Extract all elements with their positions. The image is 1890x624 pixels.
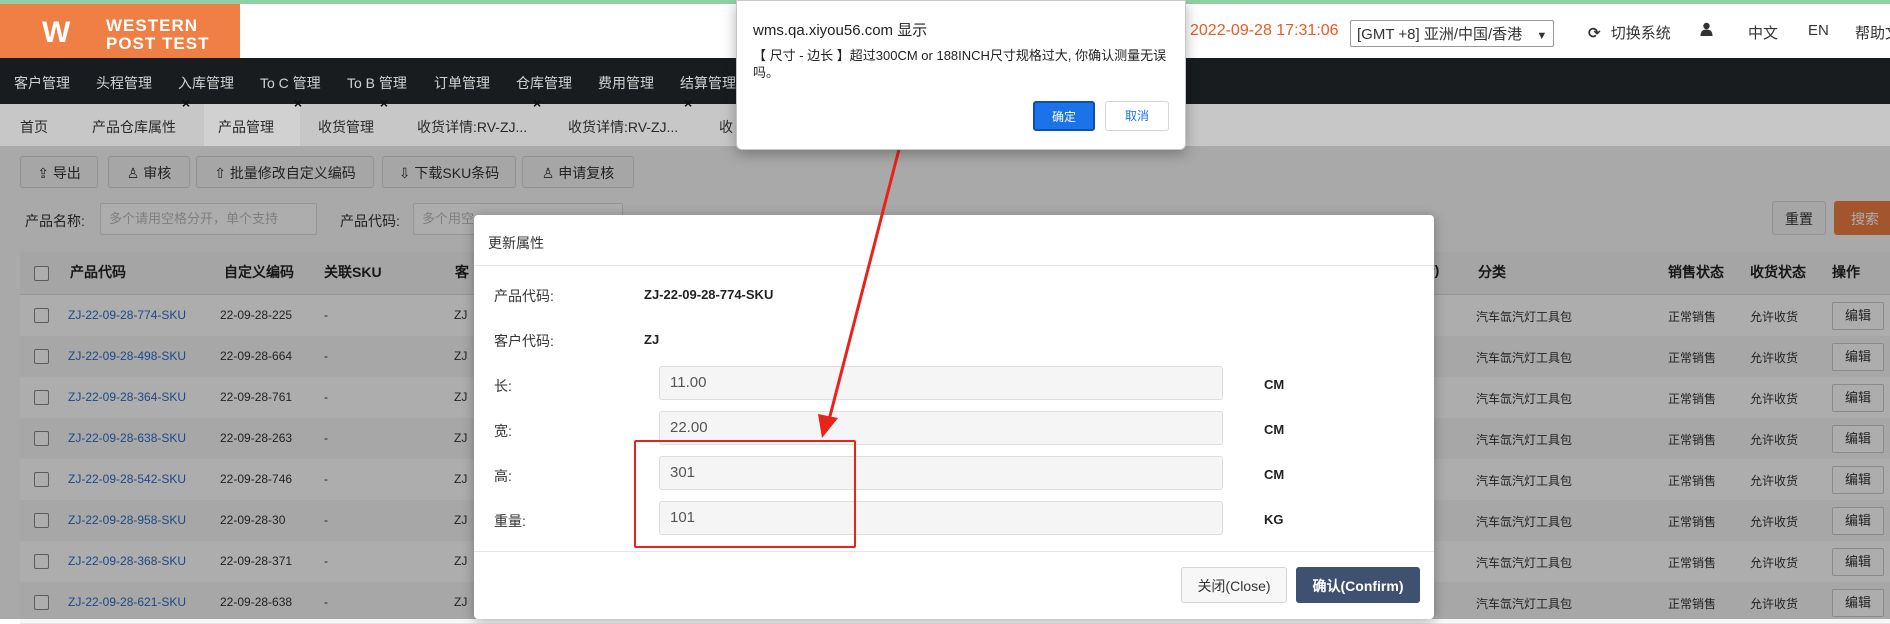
alert-cancel-button[interactable]: 取消 xyxy=(1105,101,1169,131)
alert-ok-button[interactable]: 确定 xyxy=(1033,101,1095,131)
alert-origin: wms.qa.xiyou56.com 显示 xyxy=(753,22,928,39)
alert-message: 【 尺寸 - 边长 】超过300CM or 188INCH尺寸规格过大, 你确认… xyxy=(753,48,1167,80)
browser-confirm-alert: wms.qa.xiyou56.com 显示 【 尺寸 - 边长 】超过300CM… xyxy=(736,0,1186,150)
